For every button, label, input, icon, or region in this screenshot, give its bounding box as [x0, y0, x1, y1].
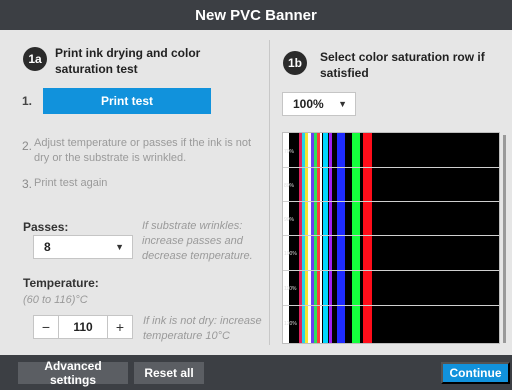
color-swatch-image: 70% 80% 90% 100% 110% 120% — [283, 133, 499, 343]
row-label: 80% — [284, 183, 295, 189]
temperature-stepper[interactable]: − 110 + — [33, 315, 133, 339]
step-1b-badge: 1b — [283, 51, 307, 75]
preview-scrollbar[interactable] — [503, 135, 506, 343]
row-label: 110% — [284, 286, 297, 292]
temperature-label: Temperature: — [23, 276, 99, 290]
step-1-number: 1. — [22, 94, 33, 108]
chevron-down-icon: ▼ — [338, 99, 347, 109]
reset-all-button[interactable]: Reset all — [134, 362, 204, 384]
passes-select[interactable]: 8 ▼ — [33, 235, 133, 259]
continue-button[interactable]: Continue — [441, 362, 510, 384]
temperature-value[interactable]: 110 — [58, 316, 108, 338]
saturation-value: 100% — [293, 97, 324, 111]
step-3-number: 3. — [22, 177, 33, 191]
step-2-number: 2. — [22, 139, 33, 153]
advanced-settings-button[interactable]: Advanced settings — [18, 359, 128, 387]
row-label: 100% — [284, 251, 297, 257]
chevron-down-icon: ▼ — [115, 242, 124, 252]
print-test-button[interactable]: Print test — [43, 88, 211, 114]
row-label: 90% — [284, 217, 295, 223]
row-label: 120% — [284, 321, 297, 327]
saturation-preview: 70% 80% 90% 100% 110% 120% — [282, 132, 500, 344]
increase-temperature-button[interactable]: + — [108, 316, 132, 338]
saturation-select[interactable]: 100% ▼ — [282, 92, 356, 116]
window-title: New PVC Banner — [0, 0, 512, 30]
step-1a-heading: Print ink drying and color saturation te… — [55, 46, 201, 76]
step-1a-badge: 1a — [23, 47, 47, 71]
step-3-text: Print test again — [34, 177, 108, 189]
decrease-temperature-button[interactable]: − — [34, 316, 58, 338]
temperature-hint: If ink is not dry: increase temperature … — [143, 315, 262, 342]
panel-divider — [269, 40, 270, 345]
passes-hint: If substrate wrinkles: increase passes a… — [142, 220, 253, 262]
passes-label: Passes: — [23, 220, 69, 234]
step-1b-heading: Select color saturation row if satisfied — [320, 50, 485, 80]
step-2-text: Adjust temperature or passes if the ink … — [34, 137, 252, 164]
passes-value: 8 — [44, 240, 51, 254]
row-label: 70% — [284, 149, 295, 155]
temperature-range: (60 to 116)°C — [23, 294, 88, 306]
